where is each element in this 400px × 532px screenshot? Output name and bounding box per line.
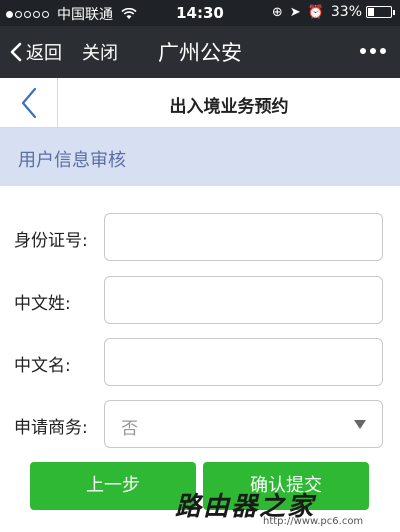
given-name-label: 中文名: [14, 356, 71, 376]
page-header: 出入境业务预约 [0, 78, 400, 128]
lock-rotation-icon: ⊕ [271, 4, 283, 20]
business-select-value: 否 [121, 419, 138, 439]
section-title: 用户信息审核 [18, 150, 126, 171]
business-select[interactable]: 否 [104, 400, 383, 448]
surname-row: 中文姓: [0, 276, 400, 324]
watermark-url: http://www.pc6.com [263, 516, 364, 527]
page-title: 出入境业务预约 [169, 97, 289, 117]
page-back-button[interactable] [0, 78, 58, 128]
battery-level [368, 8, 374, 16]
id-number-row: 身份证号: [0, 213, 400, 261]
more-dots-icon[interactable] [356, 48, 386, 54]
surname-label: 中文姓: [14, 294, 71, 314]
location-icon: ➤ [289, 4, 301, 20]
battery-icon [366, 6, 395, 18]
section-header: 用户信息审核 [0, 128, 400, 186]
status-right: ⊕ ➤ ⏰ 33% [271, 4, 395, 20]
watermark: 路由器之家 http://www.pc6.com [175, 482, 400, 532]
given-name-row: 中文名: [0, 338, 400, 386]
nav-title: 广州公安 [158, 41, 242, 65]
given-name-input[interactable] [104, 338, 383, 386]
dropdown-caret-icon [354, 420, 366, 429]
battery-percent: 33% [330, 4, 362, 20]
chevron-left-icon [21, 87, 36, 119]
status-bar: 中国联通 14:30 ⊕ ➤ ⏰ 33% [0, 0, 400, 26]
id-number-input[interactable] [104, 213, 383, 261]
top-nav-bar: 返回 关闭 广州公安 [0, 26, 400, 78]
business-row: 申请商务: 否 [0, 400, 400, 448]
id-number-label: 身份证号: [14, 231, 88, 251]
alarm-icon: ⏰ [307, 4, 324, 20]
business-label: 申请商务: [14, 418, 88, 438]
previous-step-button[interactable]: 上一步 [30, 462, 196, 510]
surname-input[interactable] [104, 276, 383, 324]
